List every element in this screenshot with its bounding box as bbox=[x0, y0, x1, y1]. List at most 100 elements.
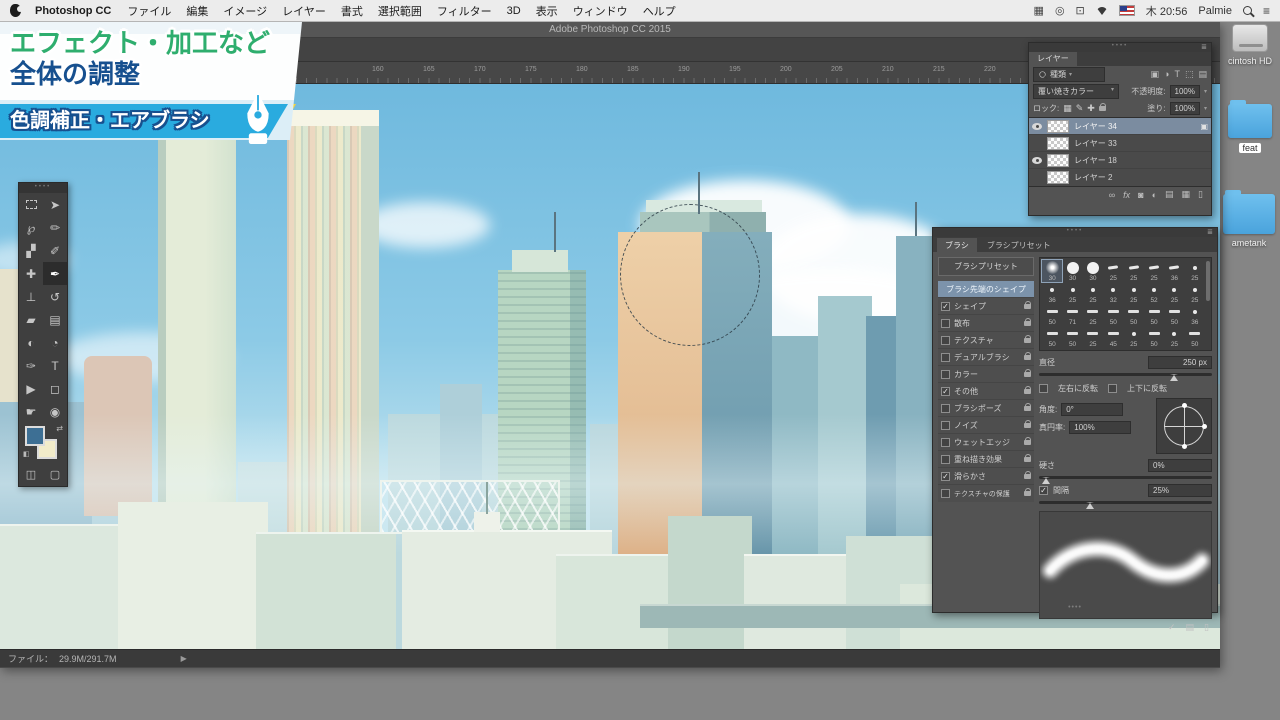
spacing-checkbox-checked[interactable]: ✓ bbox=[1039, 486, 1048, 495]
diameter-slider[interactable] bbox=[1039, 373, 1212, 376]
brush-preset[interactable]: 50 bbox=[1103, 304, 1123, 326]
brush-option-row[interactable]: デュアルブラシ bbox=[938, 349, 1034, 366]
brush-preset[interactable]: 25 bbox=[1083, 304, 1103, 326]
swap-colors-icon[interactable]: ⇄ bbox=[56, 424, 63, 433]
layer-row[interactable]: レイヤー 18 bbox=[1029, 152, 1211, 169]
menu-filter[interactable]: フィルター bbox=[437, 3, 492, 19]
slider-thumb[interactable] bbox=[1170, 374, 1178, 381]
layer-name[interactable]: レイヤー 2 bbox=[1074, 172, 1112, 183]
brush-preset[interactable]: 36 bbox=[1042, 282, 1062, 304]
hardness-slider[interactable] bbox=[1039, 476, 1212, 479]
brush-option-row[interactable]: カラー bbox=[938, 366, 1034, 383]
hardness-value[interactable]: 0% bbox=[1148, 459, 1212, 472]
brush-preset[interactable]: 50 bbox=[1185, 326, 1205, 348]
lock-icon[interactable] bbox=[1024, 457, 1031, 462]
move-tool[interactable]: ➤ bbox=[43, 193, 67, 216]
tab-brush-presets[interactable]: ブラシプリセット bbox=[979, 238, 1059, 252]
us-flag-icon[interactable] bbox=[1119, 5, 1135, 16]
brush-option-row[interactable]: 重ね描き効果 bbox=[938, 451, 1034, 468]
dodge-tool[interactable]: ◔ bbox=[43, 331, 67, 354]
filter-pixel-icon[interactable]: ▣ bbox=[1151, 69, 1160, 80]
brush-presets-button[interactable]: ブラシプリセット bbox=[938, 257, 1034, 276]
blur-tool[interactable]: ◐ bbox=[19, 331, 43, 354]
toggle-airbrush-icon[interactable]: ✓ bbox=[1168, 622, 1176, 633]
app-switcher-icon[interactable]: ▦ bbox=[1034, 4, 1044, 17]
brush-tool[interactable]: ✒ bbox=[43, 262, 67, 285]
brush-preset[interactable]: 50 bbox=[1144, 304, 1164, 326]
lock-transparency-icon[interactable]: ▦ bbox=[1063, 103, 1072, 114]
layers-panel-grip[interactable]: ••••≣ bbox=[1029, 43, 1211, 52]
delete-brush-icon[interactable]: ▯ bbox=[1204, 622, 1209, 633]
menu-window[interactable]: ウィンドウ bbox=[573, 3, 628, 19]
lock-icon[interactable] bbox=[1024, 474, 1031, 479]
path-selection-tool[interactable]: ▶ bbox=[19, 377, 43, 400]
brush-preset[interactable]: 25 bbox=[1164, 326, 1184, 348]
history-brush-tool[interactable]: ↺ bbox=[43, 285, 67, 308]
brush-preset[interactable]: 30 bbox=[1042, 260, 1062, 282]
lock-icon[interactable] bbox=[1024, 372, 1031, 377]
brush-preset[interactable]: 25 bbox=[1103, 260, 1123, 282]
brush-preset[interactable]: 30 bbox=[1062, 260, 1082, 282]
shape-tool[interactable]: ◻ bbox=[43, 377, 67, 400]
menu-select[interactable]: 選択範囲 bbox=[378, 3, 422, 19]
layer-group-icon[interactable]: ▤ bbox=[1165, 189, 1174, 200]
wifi-icon[interactable] bbox=[1096, 7, 1108, 21]
brush-option-row[interactable]: 散布 bbox=[938, 315, 1034, 332]
slider-thumb[interactable] bbox=[1086, 502, 1094, 509]
brush-preset[interactable]: 52 bbox=[1144, 282, 1164, 304]
lock-icon[interactable] bbox=[1024, 338, 1031, 343]
checkbox[interactable] bbox=[941, 438, 950, 447]
desktop-icon-macintosh-hd[interactable]: cintosh HD bbox=[1222, 24, 1278, 66]
layer-thumbnail[interactable] bbox=[1047, 137, 1069, 150]
shield-icon[interactable]: ◎ bbox=[1055, 4, 1065, 17]
eraser-tool[interactable]: ▰ bbox=[19, 308, 43, 331]
brush-preset[interactable]: 25 bbox=[1185, 282, 1205, 304]
brush-option-row[interactable]: ✓シェイプ bbox=[938, 298, 1034, 315]
brush-option-row[interactable]: テクスチャの保護 bbox=[938, 485, 1034, 502]
brush-preset[interactable]: 25 bbox=[1062, 282, 1082, 304]
menu-layer[interactable]: レイヤー bbox=[282, 3, 326, 19]
brush-preset[interactable]: 50 bbox=[1062, 326, 1082, 348]
search-icon[interactable] bbox=[1243, 6, 1252, 15]
brush-preset[interactable]: 25 bbox=[1124, 282, 1144, 304]
lock-icon[interactable] bbox=[1024, 491, 1031, 496]
brush-preset[interactable]: 25 bbox=[1185, 260, 1205, 282]
checkbox[interactable] bbox=[941, 404, 950, 413]
lock-icon[interactable] bbox=[1024, 440, 1031, 445]
angle-handle[interactable] bbox=[1182, 403, 1187, 408]
layer-row[interactable]: レイヤー 2 bbox=[1029, 169, 1211, 186]
apple-logo-icon[interactable] bbox=[10, 4, 21, 17]
filter-type-icon[interactable]: T bbox=[1174, 69, 1180, 80]
brush-option-row[interactable]: ウェットエッジ bbox=[938, 434, 1034, 451]
angle-value[interactable]: 0° bbox=[1061, 403, 1123, 416]
brush-preset[interactable]: 36 bbox=[1185, 304, 1205, 326]
tab-layers[interactable]: レイヤー bbox=[1029, 52, 1077, 66]
new-layer-icon[interactable]: ▦ bbox=[1182, 189, 1191, 200]
brush-preset[interactable]: 50 bbox=[1164, 304, 1184, 326]
menu-list-icon[interactable]: ≡ bbox=[1263, 4, 1270, 18]
layer-thumbnail[interactable] bbox=[1047, 154, 1069, 167]
angle-handle[interactable] bbox=[1202, 424, 1207, 429]
layer-mask-icon[interactable]: ◙ bbox=[1138, 190, 1143, 200]
checkbox[interactable] bbox=[941, 489, 950, 498]
default-colors-icon[interactable]: ◧ bbox=[23, 450, 30, 458]
spacing-slider[interactable] bbox=[1039, 501, 1212, 504]
status-menu-arrow-icon[interactable]: ▶ bbox=[181, 654, 187, 663]
menu-help[interactable]: ヘルプ bbox=[643, 3, 676, 19]
checkbox-checked[interactable]: ✓ bbox=[941, 387, 950, 396]
screen-mode-icon[interactable]: ▢ bbox=[50, 468, 60, 481]
brush-preset[interactable]: 50 bbox=[1042, 326, 1062, 348]
lasso-tool[interactable]: ℘ bbox=[19, 216, 43, 239]
checkbox-checked[interactable]: ✓ bbox=[941, 472, 950, 481]
user-name[interactable]: Palmie bbox=[1198, 5, 1232, 17]
menu-type[interactable]: 書式 bbox=[341, 3, 363, 19]
brush-preset[interactable]: 36 bbox=[1164, 260, 1184, 282]
brush-preset[interactable]: 25 bbox=[1144, 260, 1164, 282]
brush-tip-shape-item[interactable]: ブラシ先端のシェイプ bbox=[938, 281, 1034, 298]
layer-name[interactable]: レイヤー 18 bbox=[1074, 155, 1117, 166]
flip-y-checkbox[interactable] bbox=[1108, 384, 1117, 393]
brush-preset[interactable]: 32 bbox=[1103, 282, 1123, 304]
roundness-value[interactable]: 100% bbox=[1069, 421, 1131, 434]
new-brush-icon[interactable]: ▤ bbox=[1186, 622, 1195, 633]
lock-all-icon[interactable] bbox=[1099, 106, 1106, 111]
